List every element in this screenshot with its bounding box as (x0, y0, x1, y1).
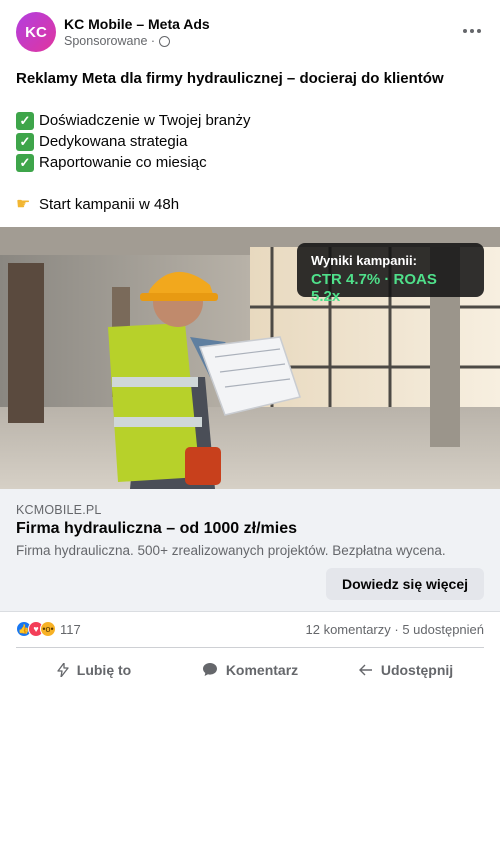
comment-button[interactable]: Komentarz (172, 648, 328, 691)
link-preview-card[interactable]: KCMOBILE.PL Firma hydrauliczna – od 1000… (0, 489, 500, 612)
share-label: Udostępnij (380, 661, 454, 678)
page-avatar[interactable]: KC (16, 12, 56, 52)
like-button[interactable]: Lubię to (16, 648, 172, 691)
pointing-hand-icon: ☛ (16, 196, 31, 213)
like-label: Lubię to (76, 661, 132, 678)
wow-reaction-icon: •o• (40, 621, 56, 637)
check-icon: ✓ (16, 111, 34, 130)
more-horizontal-icon (463, 29, 481, 33)
post-text: Reklamy Meta dla firmy hydraulicznej – d… (16, 68, 484, 215)
ad-image[interactable]: Wyniki kampanii: CTR 4.7% · ROAS 5.2x (0, 227, 500, 489)
reactions-summary[interactable]: 👍 ♥ •o• 117 (16, 621, 81, 637)
bullet-text: Raportowanie co miesiąc (39, 154, 207, 171)
share-arrow-icon (358, 664, 372, 675)
overlay-title: Wyniki kampanii: (311, 253, 417, 268)
bullet-text: Doświadczenie w Twojej branży (39, 112, 251, 129)
cta-text: Start kampanii w 48h (39, 196, 180, 213)
bullet-text: Dedykowana strategia (39, 133, 188, 150)
bullet-item: ✓ Raportowanie co miesiąc (16, 152, 484, 173)
cta-line: ☛ Start kampanii w 48h (16, 194, 484, 215)
comment-label: Komentarz (225, 661, 299, 678)
bullet-item: ✓ Dedykowana strategia (16, 131, 484, 152)
comments-shares-count[interactable]: 12 komentarzy · 5 udostępnień (306, 622, 485, 637)
link-domain: KCMOBILE.PL (16, 503, 102, 517)
comment-icon (202, 663, 217, 676)
sponsored-line: Sponsorowane · (64, 34, 171, 48)
check-icon: ✓ (16, 132, 34, 151)
share-button[interactable]: Udostępnij (328, 648, 484, 691)
link-description: Firma hydrauliczna. 500+ zrealizowanych … (16, 543, 446, 558)
check-icon: ✓ (16, 153, 34, 172)
post-headline: Reklamy Meta dla firmy hydraulicznej – d… (16, 70, 444, 87)
globe-icon (159, 35, 171, 47)
reaction-count: 117 (60, 621, 81, 637)
bullet-item: ✓ Doświadczenie w Twojej branży (16, 110, 484, 131)
more-options-button[interactable] (460, 22, 484, 42)
lightning-icon (57, 662, 69, 677)
link-title[interactable]: Firma hydrauliczna – od 1000 zł/mies (16, 520, 297, 538)
engagement-bar: 👍 ♥ •o• 117 12 komentarzy · 5 udostępnie… (16, 620, 484, 640)
avatar-initials: KC (25, 23, 47, 41)
sponsored-label[interactable]: Sponsorowane · (64, 34, 155, 48)
overlay-metrics: CTR 4.7% · ROAS 5.2x (311, 271, 437, 305)
action-bar: Lubię to Komentarz Udostępnij (16, 647, 484, 691)
learn-more-button[interactable]: Dowiedz się więcej (326, 568, 484, 600)
campaign-results-overlay: Wyniki kampanii: CTR 4.7% · ROAS 5.2x (297, 243, 484, 305)
page-name[interactable]: KC Mobile – Meta Ads (64, 16, 210, 32)
post-header: KC KC Mobile – Meta Ads Sponsorowane · (16, 12, 484, 52)
